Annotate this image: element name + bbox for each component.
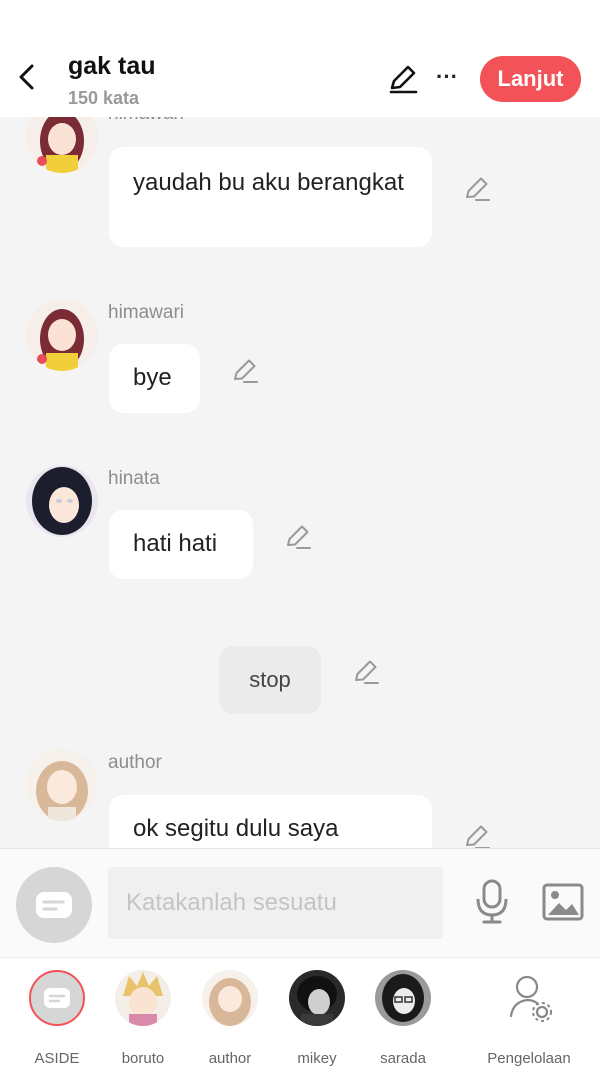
- back-arrow-icon[interactable]: [14, 62, 40, 92]
- message-bubble[interactable]: ok segitu dulu saya: [109, 795, 432, 848]
- character-aside[interactable]: ASIDE: [22, 970, 92, 1067]
- character-label: author: [208, 1050, 252, 1067]
- character-sarada[interactable]: sarada: [368, 970, 438, 1067]
- narration-icon: [36, 892, 72, 918]
- top-bar: gak tau 150 kata ··· Lanjut: [0, 0, 600, 117]
- microphone-icon[interactable]: [474, 879, 510, 925]
- sender-name: himawari: [108, 302, 185, 323]
- character-label: ASIDE: [34, 1050, 80, 1067]
- story-title: gak tau: [68, 52, 156, 80]
- message-bubble[interactable]: hati hati: [109, 510, 253, 579]
- next-button[interactable]: Lanjut: [480, 56, 581, 102]
- message-bubble[interactable]: bye: [109, 344, 200, 413]
- avatar: [202, 970, 258, 1026]
- chat-area[interactable]: himawari yaudah bu aku berangkat himawar…: [0, 117, 600, 848]
- character-label: boruto: [121, 1050, 165, 1067]
- aside-toggle-button[interactable]: [16, 867, 92, 943]
- avatar-himawari[interactable]: [26, 117, 98, 173]
- edit-message-icon[interactable]: [352, 658, 380, 686]
- message-composer: Katakanlah sesuatu: [0, 848, 600, 958]
- character-mikey[interactable]: mikey: [282, 970, 352, 1067]
- sender-name: hinata: [108, 468, 160, 489]
- character-boruto[interactable]: boruto: [108, 970, 178, 1067]
- sender-name: author: [108, 752, 162, 773]
- message-bubble[interactable]: yaudah bu aku berangkat: [109, 147, 432, 247]
- edit-message-icon[interactable]: [463, 823, 491, 848]
- message-input[interactable]: Katakanlah sesuatu: [108, 867, 443, 939]
- edit-message-icon[interactable]: [284, 523, 312, 551]
- character-management[interactable]: Pengelolaan: [487, 970, 571, 1067]
- edit-message-icon[interactable]: [463, 175, 491, 203]
- image-upload-icon[interactable]: [542, 883, 584, 921]
- avatar: [115, 970, 171, 1026]
- avatar-author[interactable]: [26, 749, 98, 821]
- character-author[interactable]: author: [195, 970, 265, 1067]
- avatar-himawari[interactable]: [26, 299, 98, 371]
- narration-bubble[interactable]: stop: [219, 646, 321, 714]
- avatar: [375, 970, 431, 1026]
- aside-avatar: [29, 970, 85, 1026]
- more-options-icon[interactable]: ···: [434, 64, 460, 92]
- sender-name: himawari: [108, 117, 184, 125]
- avatar-hinata[interactable]: [26, 465, 98, 537]
- character-label: Pengelolaan: [487, 1050, 571, 1067]
- edit-message-icon[interactable]: [231, 357, 259, 385]
- avatar: [289, 970, 345, 1026]
- character-label: sarada: [380, 1050, 426, 1067]
- word-count: 150 kata: [68, 88, 140, 108]
- narration-icon: [44, 988, 70, 1008]
- character-bar: ASIDE boruto author mikey sarada Pengelo…: [0, 957, 600, 1068]
- character-label: mikey: [297, 1050, 337, 1067]
- user-settings-icon: [509, 975, 552, 1022]
- edit-title-icon[interactable]: [388, 64, 418, 94]
